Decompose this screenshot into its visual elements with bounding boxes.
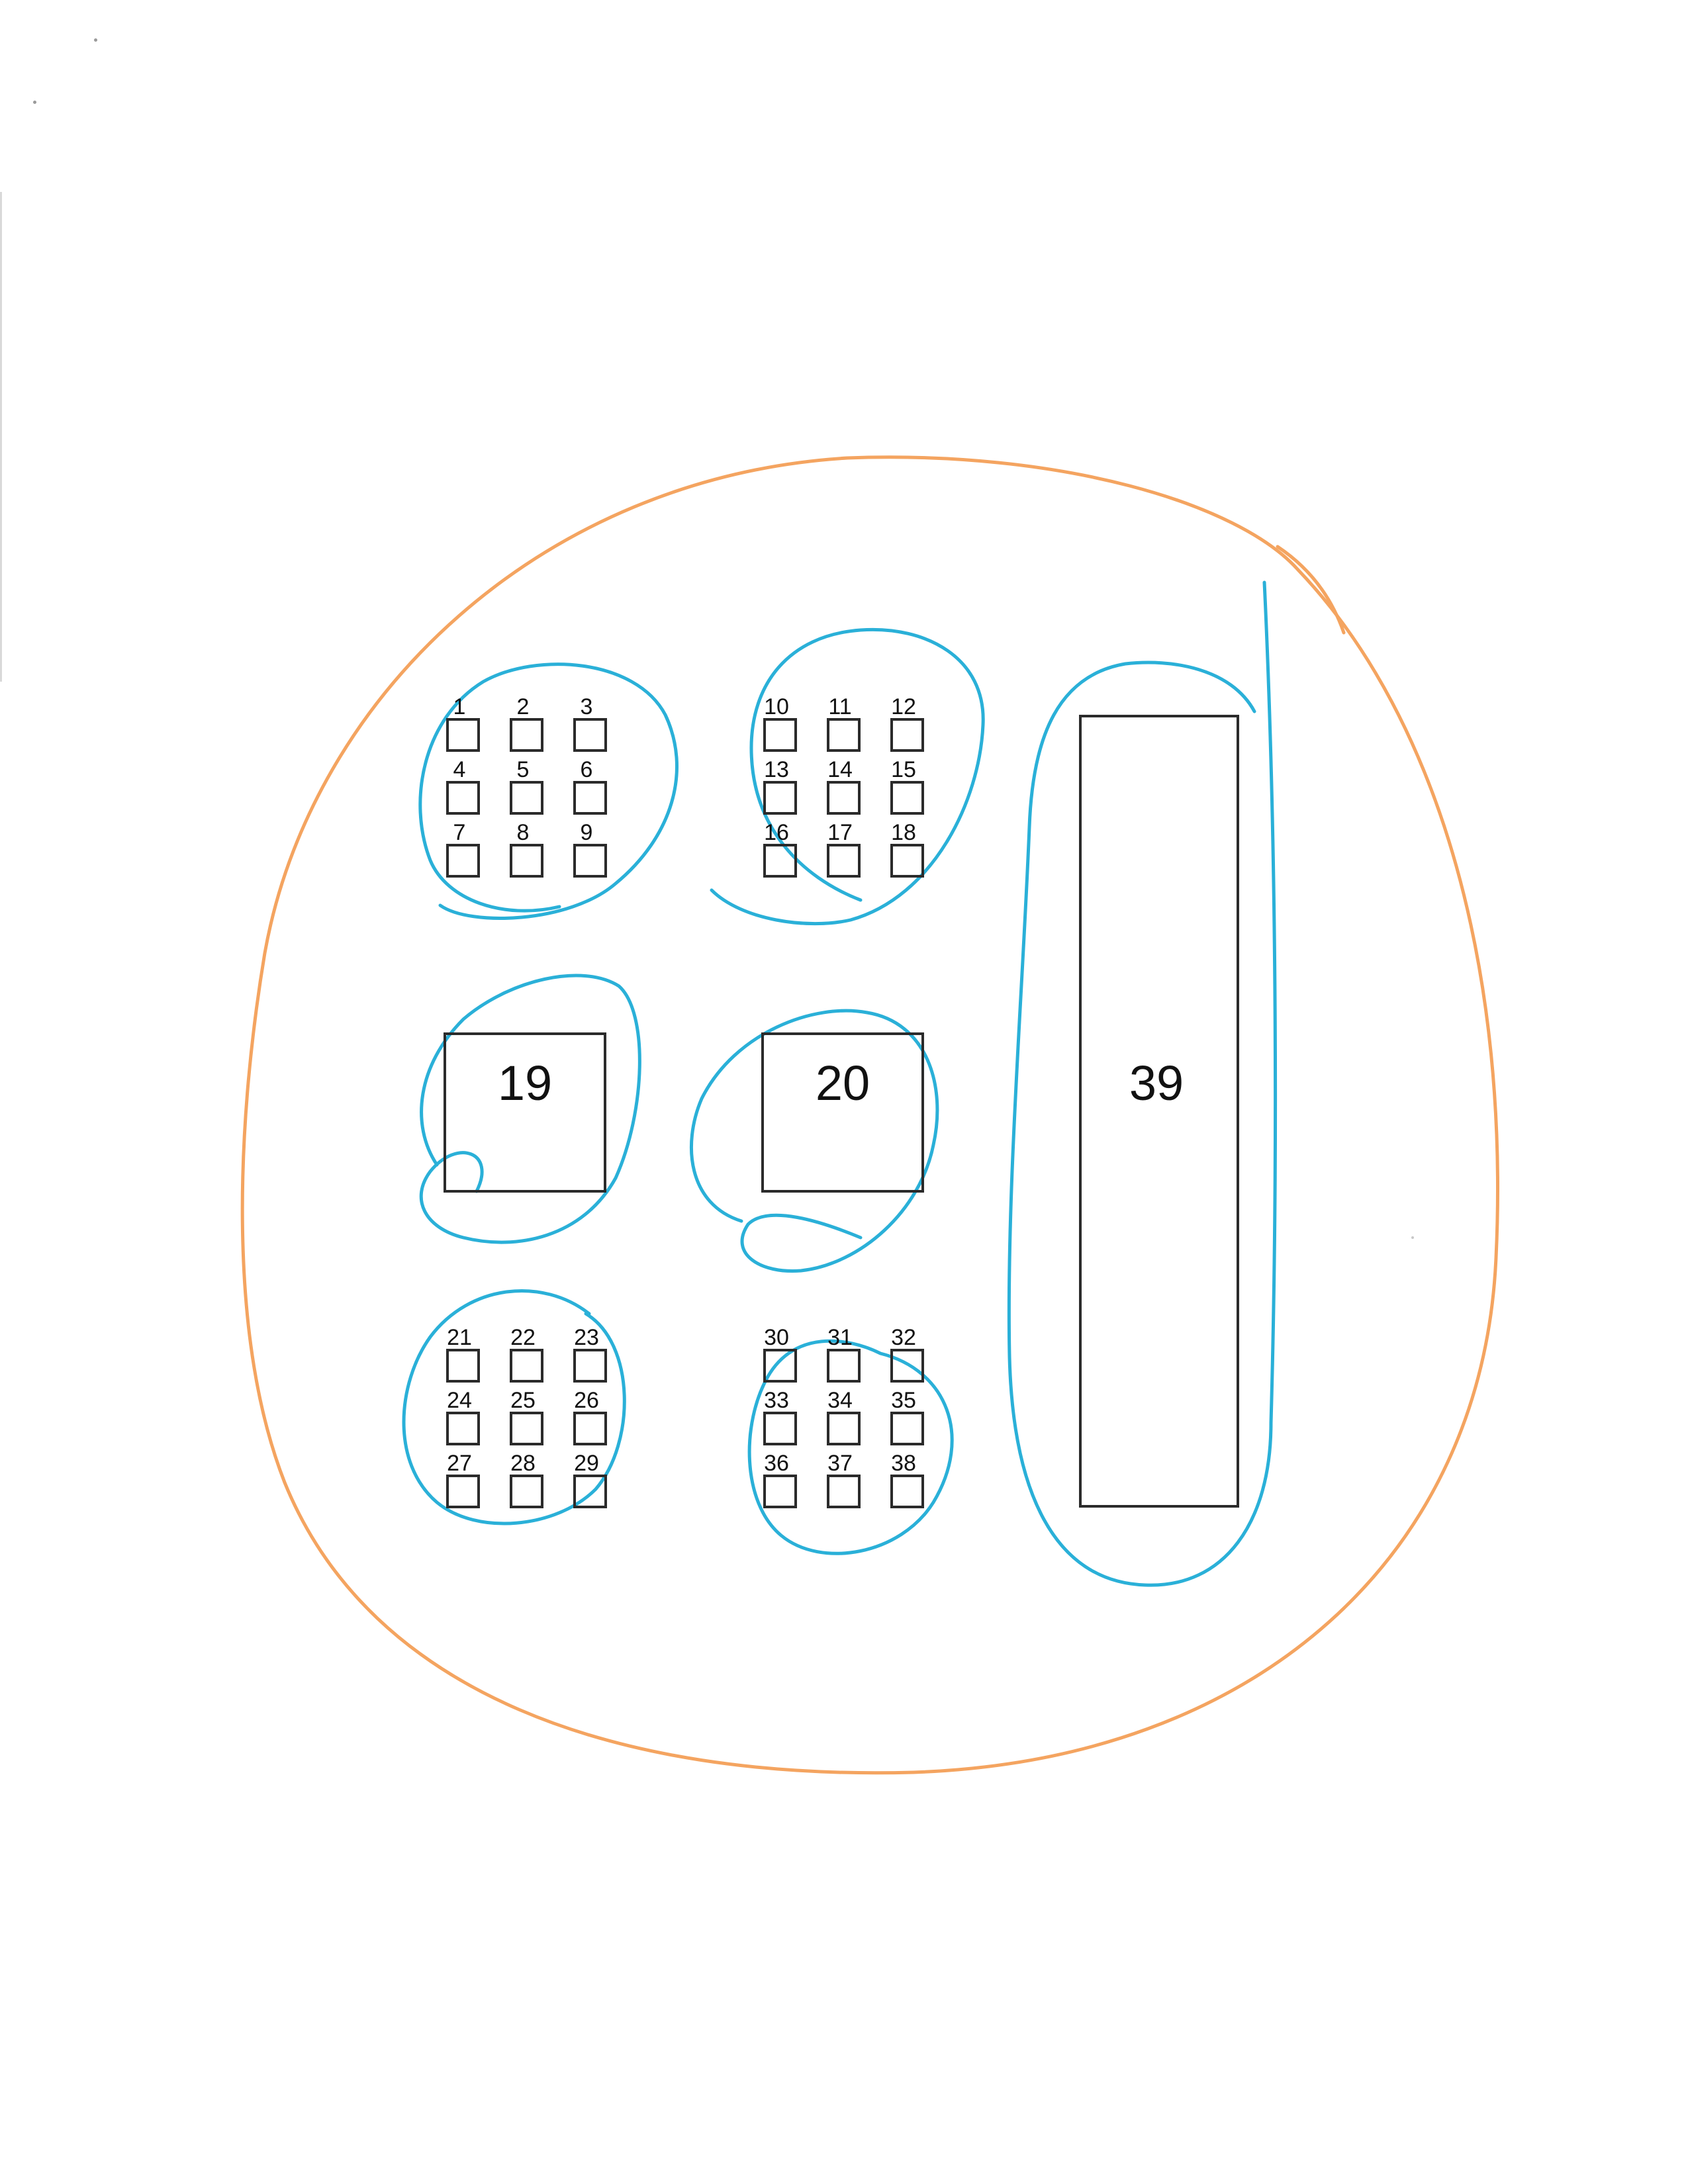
small-box: [827, 781, 861, 815]
large-box-label: 20: [816, 1056, 870, 1111]
small-box: [890, 1475, 924, 1508]
small-box: [763, 718, 797, 752]
small-box: [827, 718, 861, 752]
blue-loop-box-20: [690, 1009, 939, 1273]
small-box-label: 9: [581, 820, 593, 845]
small-box: [827, 1475, 861, 1508]
small-box-label: 22: [510, 1325, 536, 1350]
large-box-39: [1079, 715, 1239, 1508]
small-box: [446, 1475, 480, 1508]
small-box-label: 32: [891, 1325, 916, 1350]
scanned-page: 1 2 3 4 5 6 7 8 9 10 11 12 13 14 15 16 17 18 21 22 23 24 25 26 2…: [0, 0, 1688, 2184]
small-box: [510, 718, 543, 752]
small-box: [573, 844, 607, 878]
diagram-canvas: 1 2 34 5 67 8 910 11 1213 14 1516 17 1821 22 2324 25 262…: [240, 455, 1499, 1775]
large-box-label: 39: [1129, 1056, 1184, 1111]
small-box: [763, 844, 797, 878]
small-box-label: 23: [574, 1325, 599, 1350]
small-box: [763, 1475, 797, 1508]
small-box: [573, 718, 607, 752]
small-box-label: 12: [891, 694, 916, 719]
small-box-label: 38: [891, 1451, 916, 1476]
small-box: [573, 1412, 607, 1445]
small-box: [510, 1349, 543, 1383]
small-box-label: 31: [827, 1325, 853, 1350]
small-box: [510, 1475, 543, 1508]
small-box-label: 3: [581, 694, 593, 719]
small-box-label: 35: [891, 1388, 916, 1413]
small-box: [890, 1412, 924, 1445]
small-box-label: 2: [517, 694, 530, 719]
small-box: [510, 844, 543, 878]
small-box-label: 7: [453, 820, 466, 845]
small-box: [573, 781, 607, 815]
small-box-label: 1: [453, 694, 466, 719]
small-box-label: 15: [891, 757, 916, 782]
small-box-label: 21: [447, 1325, 472, 1350]
small-box: [827, 1349, 861, 1383]
small-box-label: 24: [447, 1388, 472, 1413]
small-box-label: 37: [827, 1451, 853, 1476]
small-box: [446, 781, 480, 815]
small-box-label: 29: [574, 1451, 599, 1476]
small-box-label: 16: [764, 820, 789, 845]
small-box: [827, 844, 861, 878]
small-box-label: 25: [510, 1388, 536, 1413]
small-box-label: 17: [827, 820, 853, 845]
small-box: [510, 781, 543, 815]
small-box: [446, 844, 480, 878]
small-box: [763, 1412, 797, 1445]
small-box-label: 14: [827, 757, 853, 782]
outer-orange-loop: [240, 455, 1499, 1775]
small-box-label: 4: [453, 757, 466, 782]
small-box-label: 30: [764, 1325, 789, 1350]
small-box: [890, 718, 924, 752]
small-box: [763, 781, 797, 815]
small-box-label: 10: [764, 694, 789, 719]
large-box-label: 19: [498, 1056, 552, 1111]
small-box-label: 13: [764, 757, 789, 782]
small-box-label: 36: [764, 1451, 789, 1476]
small-box: [446, 1349, 480, 1383]
small-box-label: 26: [574, 1388, 599, 1413]
small-box-label: 18: [891, 820, 916, 845]
small-box: [446, 718, 480, 752]
small-box: [890, 781, 924, 815]
small-box: [573, 1349, 607, 1383]
small-box-label: 34: [827, 1388, 853, 1413]
small-box: [890, 844, 924, 878]
small-box-label: 8: [517, 820, 530, 845]
small-box-label: 6: [581, 757, 593, 782]
small-box: [510, 1412, 543, 1445]
small-box-label: 33: [764, 1388, 789, 1413]
small-box: [446, 1412, 480, 1445]
small-box-label: 27: [447, 1451, 472, 1476]
small-box-label: 28: [510, 1451, 536, 1476]
small-box: [827, 1412, 861, 1445]
small-box-label: 11: [828, 694, 851, 719]
small-box-label: 5: [517, 757, 530, 782]
